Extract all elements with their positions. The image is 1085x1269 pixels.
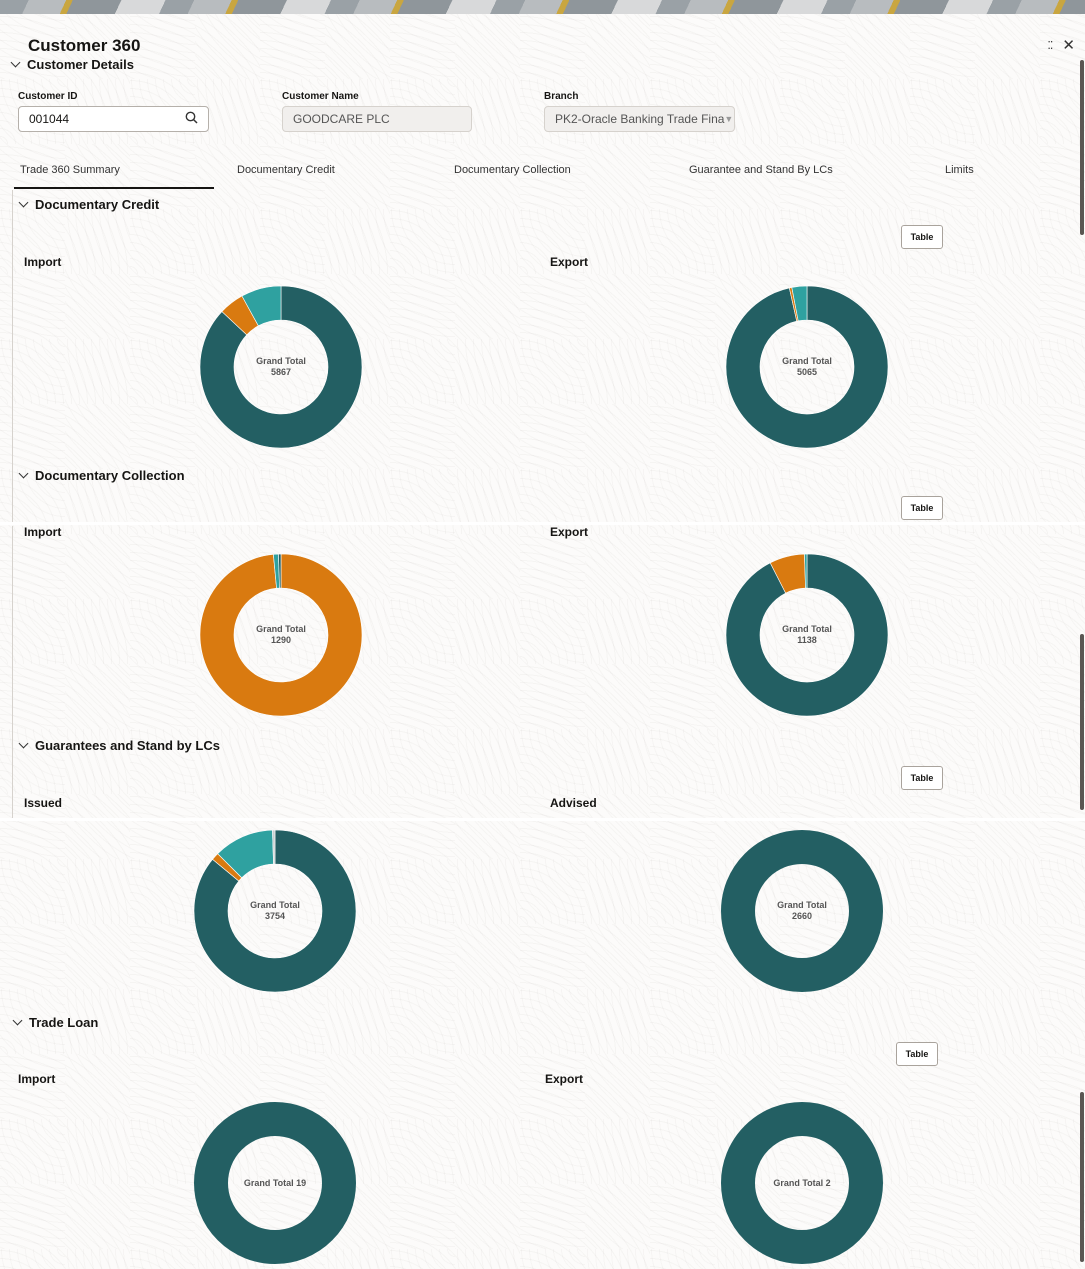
window-controls: ⁚⁚ ✕ [1047,36,1075,54]
page-title: Customer 360 [28,36,141,55]
customer-id-field[interactable]: 001044 [18,106,209,132]
branch-label: Branch [544,91,579,102]
grand-total-value: 1290 [270,635,292,645]
section-title: Guarantees and Stand by LCs [35,738,220,753]
grand-total-value: 5867 [270,367,292,377]
chevron-down-icon: ▼ [724,114,734,124]
tab-documentary-credit[interactable]: Documentary Credit [237,164,335,176]
grand-total-value: 3754 [264,911,286,921]
collapse-icon[interactable]: ⁚⁚ [1047,39,1053,52]
table-toggle-button[interactable]: Table [901,496,943,520]
chart-label-advised: Advised [550,796,597,810]
customer-name-value: GOODCARE PLC [293,112,390,126]
customer-name-label: Customer Name [282,91,359,102]
documentary-collection-header[interactable]: Documentary Collection [18,468,185,483]
chart-label-export: Export [550,525,589,539]
window-top-strip [0,0,1085,14]
section-title: Customer Details [27,57,134,72]
donut-chart-dc-import[interactable]: Grand Total 5867 [199,285,363,449]
section-title: Documentary Collection [35,468,185,483]
donut-center-label: Grand Total 19 [193,1101,357,1265]
grand-total-label: Grand Total [256,624,306,634]
section-title: Documentary Credit [35,197,160,212]
grand-total-value: 1138 [797,635,817,645]
band-divider [0,522,1085,525]
chart-label-import: Import [18,1072,56,1086]
grand-total-value: 5065 [796,367,818,377]
donut-center-label: Grand Total 2660 [720,829,884,993]
chevron-down-icon [12,1015,23,1026]
donut-chart-dc-export[interactable]: Grand Total 5065 [725,285,889,449]
table-toggle-button[interactable]: Table [901,225,943,249]
branch-select[interactable]: PK2-Oracle Banking Trade Fina ▼ [544,106,735,132]
chevron-down-icon [18,468,29,479]
donut-center-label: Grand Total 2 [720,1101,884,1265]
donut-chart-dcol-import[interactable]: Grand Total 1290 [199,553,363,717]
grand-total-label: Grand Total [250,900,300,910]
grand-total-label: Grand Total 2 [773,1177,831,1188]
donut-chart-dcol-export[interactable]: Grand Total 1138 [725,553,889,717]
grand-total-label: Grand Total [782,356,832,366]
tab-limits[interactable]: Limits [945,164,974,176]
donut-chart-tl-import[interactable]: Grand Total 19 [193,1101,357,1265]
band-divider [0,818,1085,821]
chevron-down-icon [18,738,29,749]
grand-total-label: Grand Total 19 [243,1177,307,1188]
chevron-down-icon [18,197,29,208]
grand-total-label: Grand Total [256,356,306,366]
table-toggle-button[interactable]: Table [896,1042,938,1066]
donut-center-label: Grand Total 5867 [199,285,363,449]
content-border [12,526,13,819]
guarantees-header[interactable]: Guarantees and Stand by LCs [18,738,220,753]
customer-id-value: 001044 [29,112,70,126]
customer-id-label: Customer ID [18,91,78,102]
customer-360-panel: Customer 360 ⁚⁚ ✕ [0,14,1085,1269]
close-icon[interactable]: ✕ [1062,36,1075,54]
tab-bar: Trade 360 Summary Documentary Credit Doc… [0,156,1075,190]
donut-center-label: Grand Total 5065 [725,285,889,449]
grand-total-label: Grand Total [777,900,827,910]
trade-loan-header[interactable]: Trade Loan [12,1015,99,1030]
customer-details-header[interactable]: Customer Details [10,57,134,72]
scrollbar-thumb[interactable] [1080,60,1084,235]
selected-tab-indicator [14,187,214,189]
search-icon[interactable] [185,111,198,127]
chart-label-import: Import [24,255,62,269]
donut-center-label: Grand Total 1290 [199,553,363,717]
scrollbar-thumb[interactable] [1080,1092,1084,1262]
tab-trade-360-summary[interactable]: Trade 360 Summary [20,164,120,176]
branch-value: PK2-Oracle Banking Trade Fina [555,112,725,126]
scrollbar-thumb[interactable] [1080,634,1084,810]
chart-label-export: Export [550,255,589,269]
donut-chart-g-issued[interactable]: Grand Total 3754 [193,829,357,993]
chart-label-export: Export [545,1072,584,1086]
grand-total-value: 2660 [791,911,813,921]
chevron-down-icon [10,57,21,68]
section-title: Trade Loan [29,1015,99,1030]
tab-guarantee-standby-lcs[interactable]: Guarantee and Stand By LCs [689,164,833,176]
donut-center-label: Grand Total 3754 [193,829,357,993]
customer-name-field: GOODCARE PLC [282,106,472,132]
table-toggle-button[interactable]: Table [901,766,943,790]
donut-center-label: Grand Total 1138 [725,553,889,717]
content-border [12,190,13,523]
donut-chart-tl-export[interactable]: Grand Total 2 [720,1101,884,1265]
chart-label-import: Import [24,525,62,539]
tab-documentary-collection[interactable]: Documentary Collection [454,164,571,176]
grand-total-label: Grand Total [782,624,832,634]
documentary-credit-header[interactable]: Documentary Credit [18,197,160,212]
donut-chart-g-advised[interactable]: Grand Total 2660 [720,829,884,993]
chart-label-issued: Issued [24,796,63,810]
